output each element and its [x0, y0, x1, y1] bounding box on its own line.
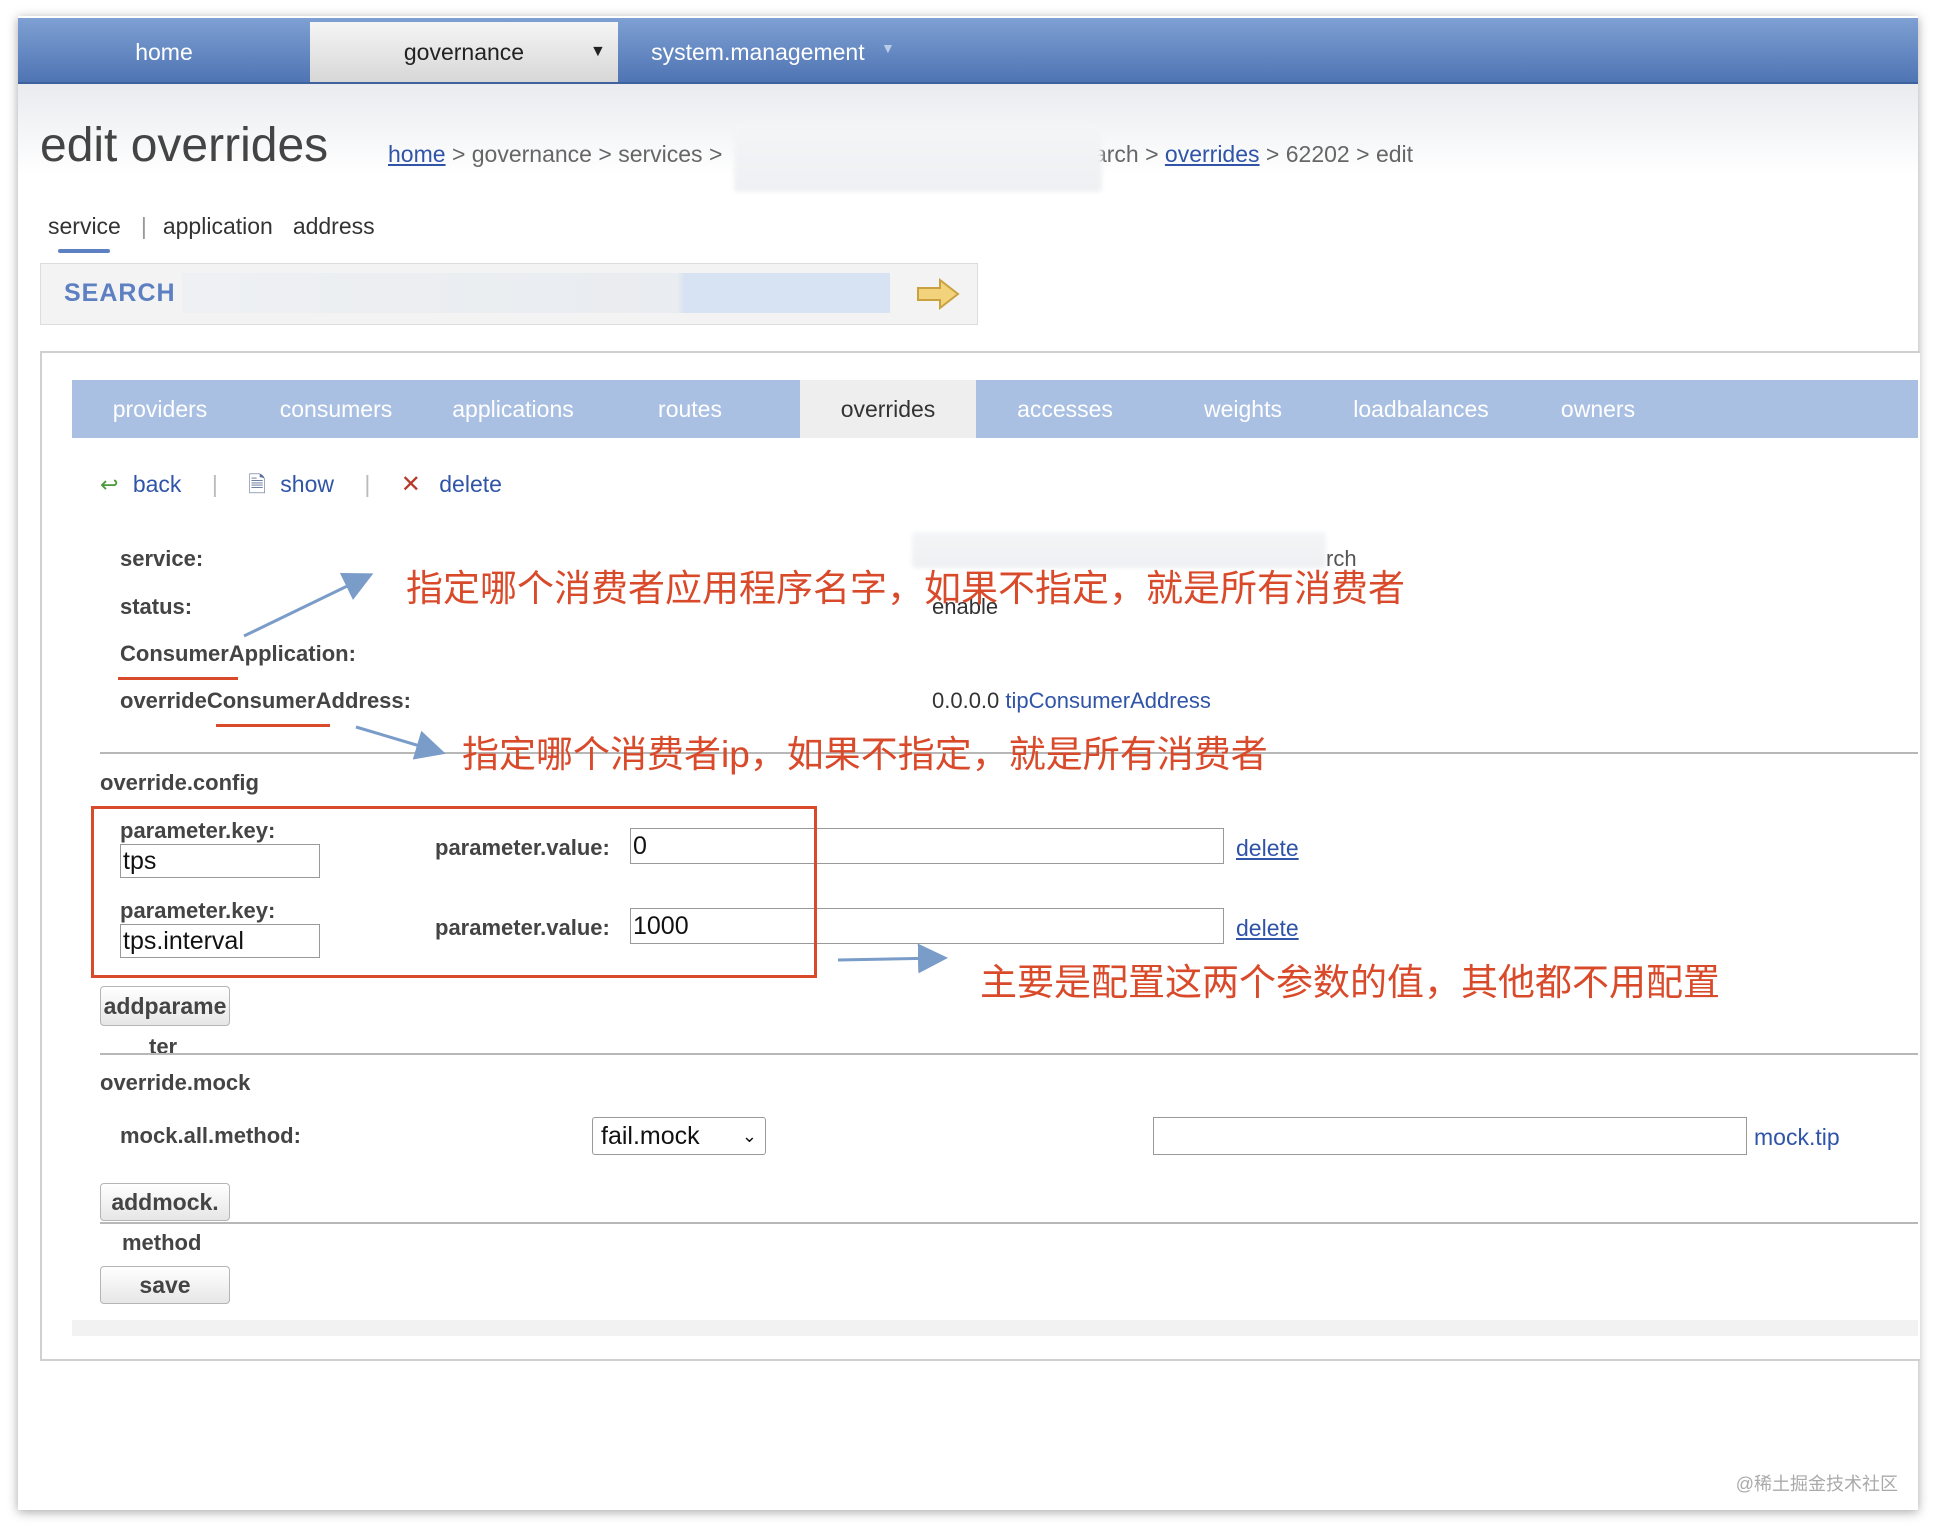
watermark: @稀土掘金技术社区 — [1735, 1474, 1898, 1494]
annotation-arrows — [243, 572, 948, 974]
